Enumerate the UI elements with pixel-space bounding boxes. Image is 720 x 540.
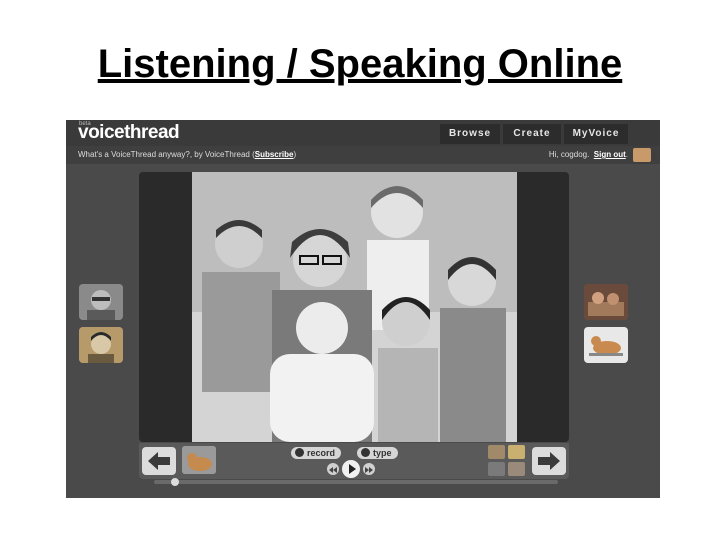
prev-slide-button[interactable] [142,447,176,475]
user-greeting: Hi, cogdog. [548,150,590,159]
user-info: Hi, cogdog. Sign out. [548,150,628,159]
slide-title: Listening / Speaking Online [97,42,623,86]
nav-myvoice-button[interactable]: MyVoice [564,124,628,144]
scrubber-handle[interactable] [171,478,179,486]
slide-thumbnail[interactable] [182,446,216,474]
next-slide-button[interactable] [532,447,566,475]
slide-stage [139,172,569,442]
top-bar: beta voicethread Browse Create MyVoice [66,120,660,146]
subscribe-link[interactable]: Subscribe [255,150,294,159]
comment-avatar[interactable] [79,284,123,320]
user-avatar[interactable] [633,148,651,162]
control-bar: record type [139,443,569,479]
nav-create-button[interactable]: Create [503,124,561,144]
thread-title: What's a VoiceThread anyway? [78,150,190,159]
type-label: type [373,448,392,458]
family-photo[interactable] [192,172,517,442]
rewind-icon [329,467,337,473]
fast-forward-icon [365,467,373,473]
thread-info-bar: What's a VoiceThread anyway?, by VoiceTh… [66,146,660,164]
play-icon [349,464,356,474]
microphone-icon [295,448,304,457]
record-label: record [307,448,336,458]
thread-author: , by VoiceThread [189,150,250,159]
nav-browse-button[interactable]: Browse [440,124,500,144]
thread-info: What's a VoiceThread anyway?, by VoiceTh… [78,150,297,159]
slide-thumbnail[interactable] [488,462,505,476]
slide-thumbnail[interactable] [508,462,525,476]
forward-button[interactable] [363,463,375,475]
play-button[interactable] [342,460,360,478]
slide-thumbnail-grid [488,445,526,477]
right-arrow-icon [538,452,560,470]
type-button[interactable]: type [357,447,398,459]
comment-avatar[interactable] [79,327,123,363]
voicethread-window: beta voicethread Browse Create MyVoice W… [66,120,660,498]
rewind-button[interactable] [327,463,339,475]
comment-avatar[interactable] [584,284,628,320]
slide-thumbnail[interactable] [508,445,525,459]
keyboard-icon [361,448,370,457]
record-button[interactable]: record [291,447,342,459]
left-arrow-icon [148,452,170,470]
timeline-scrubber[interactable] [154,478,558,486]
voicethread-logo[interactable]: voicethread [78,122,180,144]
comment-avatar[interactable] [584,327,628,363]
signout-link[interactable]: Sign out [594,150,626,159]
slide-thumbnail[interactable] [488,445,505,459]
